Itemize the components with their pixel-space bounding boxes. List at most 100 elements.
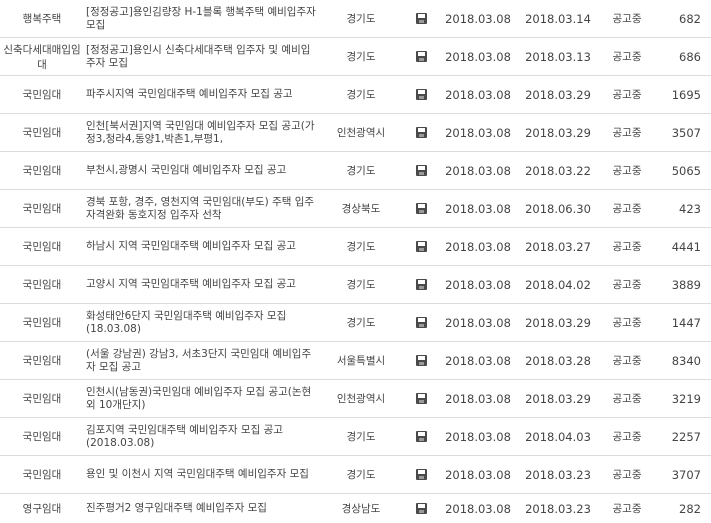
file-cell[interactable] xyxy=(404,228,438,265)
row-region: 경기도 xyxy=(346,317,376,329)
row-region: 경기도 xyxy=(346,13,376,25)
row-start-date: 2018.03.08 xyxy=(445,353,511,368)
disk-icon[interactable] xyxy=(415,165,427,176)
row-title-text[interactable]: 화성태안6단지 국민임대주택 예비입주자 모집(18.03.08) xyxy=(86,310,318,336)
row-title-link[interactable]: 파주시지역 국민임대주택 예비입주자 모집 공고 xyxy=(86,76,318,113)
row-start-date: 2018.03.08 xyxy=(445,315,511,330)
table-row: 국민임대 용인 및 이천시 지역 국민임대주택 예비입주자 모집 경기도 201… xyxy=(0,456,711,494)
row-status: 공고중 xyxy=(612,127,642,139)
row-title-link[interactable]: 고양시 지역 국민임대주택 예비입주자 모집 공고 xyxy=(86,266,318,303)
row-title-text[interactable]: 하남시 지역 국민임대주택 예비입주자 모집 공고 xyxy=(86,240,296,253)
disk-icon[interactable] xyxy=(415,431,427,442)
row-start-date: 2018.03.08 xyxy=(445,501,511,516)
row-start-date: 2018.03.08 xyxy=(445,49,511,64)
row-title-text[interactable]: 경북 포항, 경주, 영천지역 국민임대(부도) 주택 입주자격완화 동호지정 … xyxy=(86,196,318,222)
row-title-text[interactable]: 김포지역 국민임대주택 예비입주자 모집 공고(2018.03.08) xyxy=(86,424,318,450)
row-title-link[interactable]: 용인 및 이천시 지역 국민임대주택 예비입주자 모집 xyxy=(86,456,318,493)
notice-board-table: 행복주택 [정정공고]용인김량장 H-1블록 행복주택 예비입주자 모집 경기도… xyxy=(0,0,711,523)
row-start-date: 2018.03.08 xyxy=(445,239,511,254)
row-status: 공고중 xyxy=(612,89,642,101)
row-title-text[interactable]: 부천시,광명시 국민임대 예비입주자 모집 공고 xyxy=(86,164,286,177)
file-cell[interactable] xyxy=(404,0,438,37)
row-title-text[interactable]: (서울 강남권) 강남3, 서초3단지 국민임대 예비입주자 모집 공고 xyxy=(86,348,318,374)
row-title-text[interactable]: [정정공고]용인시 신축다세대주택 입주자 및 예비입주자 모집 xyxy=(86,44,318,70)
row-title-link[interactable]: 인천시(남동권)국민임대 예비입주자 모집 공고(논현외 10개단지) xyxy=(86,380,318,417)
row-title-link[interactable]: 인천[북서권]지역 국민임대 예비입주자 모집 공고(가정3,청라4,동양1,박… xyxy=(86,114,318,151)
row-region: 서울특별시 xyxy=(336,355,386,367)
disk-icon[interactable] xyxy=(415,241,427,252)
row-start-date: 2018.03.08 xyxy=(445,163,511,178)
row-end-date: 2018.03.13 xyxy=(525,49,591,64)
row-status: 공고중 xyxy=(612,203,642,215)
row-title-link[interactable]: 부천시,광명시 국민임대 예비입주자 모집 공고 xyxy=(86,152,318,189)
row-region: 인천광역시 xyxy=(336,127,386,139)
row-views: 3507 xyxy=(671,125,701,140)
row-title-link[interactable]: 진주평거2 영구임대주택 예비입주자 모집 xyxy=(86,494,318,523)
file-cell[interactable] xyxy=(404,266,438,303)
file-cell[interactable] xyxy=(404,190,438,227)
disk-icon[interactable] xyxy=(415,13,427,24)
file-cell[interactable] xyxy=(404,380,438,417)
file-cell[interactable] xyxy=(404,418,438,455)
row-title-text[interactable]: 고양시 지역 국민임대주택 예비입주자 모집 공고 xyxy=(86,278,296,291)
row-start-date: 2018.03.08 xyxy=(445,87,511,102)
row-title-link[interactable]: [정정공고]용인김량장 H-1블록 행복주택 예비입주자 모집 xyxy=(86,0,318,37)
row-end-date: 2018.03.14 xyxy=(525,11,591,26)
disk-icon[interactable] xyxy=(415,393,427,404)
row-type: 영구임대 xyxy=(22,503,62,515)
table-row: 국민임대 (서울 강남권) 강남3, 서초3단지 국민임대 예비입주자 모집 공… xyxy=(0,342,711,380)
row-status: 공고중 xyxy=(612,165,642,177)
row-status: 공고중 xyxy=(612,431,642,443)
table-row: 국민임대 김포지역 국민임대주택 예비입주자 모집 공고(2018.03.08)… xyxy=(0,418,711,456)
row-status: 공고중 xyxy=(612,503,642,515)
row-views: 3707 xyxy=(671,467,701,482)
row-region: 경상남도 xyxy=(341,503,381,515)
disk-icon[interactable] xyxy=(415,279,427,290)
row-views: 686 xyxy=(679,49,701,64)
disk-icon[interactable] xyxy=(415,51,427,62)
disk-icon[interactable] xyxy=(415,317,427,328)
row-type: 신축다세대매입임대 xyxy=(3,43,81,71)
row-type: 국민임대 xyxy=(22,89,62,101)
table-row: 국민임대 화성태안6단지 국민임대주택 예비입주자 모집(18.03.08) 경… xyxy=(0,304,711,342)
disk-icon[interactable] xyxy=(415,203,427,214)
file-cell[interactable] xyxy=(404,456,438,493)
file-cell[interactable] xyxy=(404,38,438,75)
row-title-text[interactable]: 인천[북서권]지역 국민임대 예비입주자 모집 공고(가정3,청라4,동양1,박… xyxy=(86,120,318,146)
disk-icon[interactable] xyxy=(415,469,427,480)
row-title-link[interactable]: (서울 강남권) 강남3, 서초3단지 국민임대 예비입주자 모집 공고 xyxy=(86,342,318,379)
row-start-date: 2018.03.08 xyxy=(445,391,511,406)
row-views: 1695 xyxy=(671,87,701,102)
table-row: 국민임대 경북 포항, 경주, 영천지역 국민임대(부도) 주택 입주자격완화 … xyxy=(0,190,711,228)
row-status: 공고중 xyxy=(612,51,642,63)
file-cell[interactable] xyxy=(404,494,438,523)
file-cell[interactable] xyxy=(404,114,438,151)
row-title-text[interactable]: 용인 및 이천시 지역 국민임대주택 예비입주자 모집 xyxy=(86,468,309,481)
row-views: 8340 xyxy=(671,353,701,368)
row-end-date: 2018.04.03 xyxy=(525,429,591,444)
file-cell[interactable] xyxy=(404,304,438,341)
file-cell[interactable] xyxy=(404,152,438,189)
row-start-date: 2018.03.08 xyxy=(445,11,511,26)
row-title-text[interactable]: [정정공고]용인김량장 H-1블록 행복주택 예비입주자 모집 xyxy=(86,6,318,32)
file-cell[interactable] xyxy=(404,76,438,113)
row-type: 국민임대 xyxy=(22,393,62,405)
disk-icon[interactable] xyxy=(415,127,427,138)
table-row: 국민임대 부천시,광명시 국민임대 예비입주자 모집 공고 경기도 2018.0… xyxy=(0,152,711,190)
row-title-link[interactable]: 화성태안6단지 국민임대주택 예비입주자 모집(18.03.08) xyxy=(86,304,318,341)
row-status: 공고중 xyxy=(612,241,642,253)
row-title-link[interactable]: [정정공고]용인시 신축다세대주택 입주자 및 예비입주자 모집 xyxy=(86,38,318,75)
row-region: 경상북도 xyxy=(341,203,381,215)
row-title-link[interactable]: 김포지역 국민임대주택 예비입주자 모집 공고(2018.03.08) xyxy=(86,418,318,455)
disk-icon[interactable] xyxy=(415,503,427,514)
file-cell[interactable] xyxy=(404,342,438,379)
row-title-text[interactable]: 진주평거2 영구임대주택 예비입주자 모집 xyxy=(86,502,267,515)
disk-icon[interactable] xyxy=(415,355,427,366)
disk-icon[interactable] xyxy=(415,89,427,100)
row-title-text[interactable]: 인천시(남동권)국민임대 예비입주자 모집 공고(논현외 10개단지) xyxy=(86,386,318,412)
row-title-link[interactable]: 경북 포항, 경주, 영천지역 국민임대(부도) 주택 입주자격완화 동호지정 … xyxy=(86,190,318,227)
row-title-link[interactable]: 하남시 지역 국민임대주택 예비입주자 모집 공고 xyxy=(86,228,318,265)
row-title-text[interactable]: 파주시지역 국민임대주택 예비입주자 모집 공고 xyxy=(86,88,293,101)
table-row: 국민임대 인천시(남동권)국민임대 예비입주자 모집 공고(논현외 10개단지)… xyxy=(0,380,711,418)
row-status: 공고중 xyxy=(612,279,642,291)
